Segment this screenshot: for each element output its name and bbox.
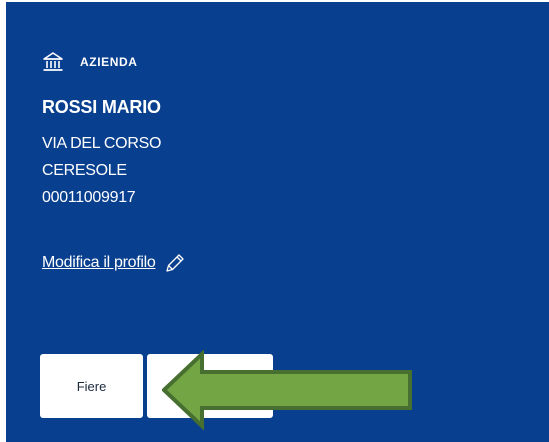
company-section-header: AZIENDA <box>42 51 138 73</box>
tile-fiere-label: Fiere <box>76 378 107 394</box>
profile-city: CERESOLE <box>42 162 127 179</box>
edit-profile-label: Modifica il profilo <box>42 254 156 271</box>
profile-code: 00011009917 <box>42 189 136 206</box>
tile-second[interactable] <box>147 354 273 418</box>
company-profile-panel: AZIENDA ROSSI MARIO VIA DEL CORSO CERESO… <box>6 2 549 442</box>
profile-name: ROSSI MARIO <box>42 97 161 117</box>
company-section-title: AZIENDA <box>80 55 138 69</box>
edit-profile-link[interactable]: Modifica il profilo <box>42 251 187 275</box>
bank-icon <box>43 52 63 71</box>
profile-address: VIA DEL CORSO <box>42 135 162 152</box>
tile-fiere[interactable]: Fiere <box>40 354 143 418</box>
pencil-icon <box>166 254 185 272</box>
